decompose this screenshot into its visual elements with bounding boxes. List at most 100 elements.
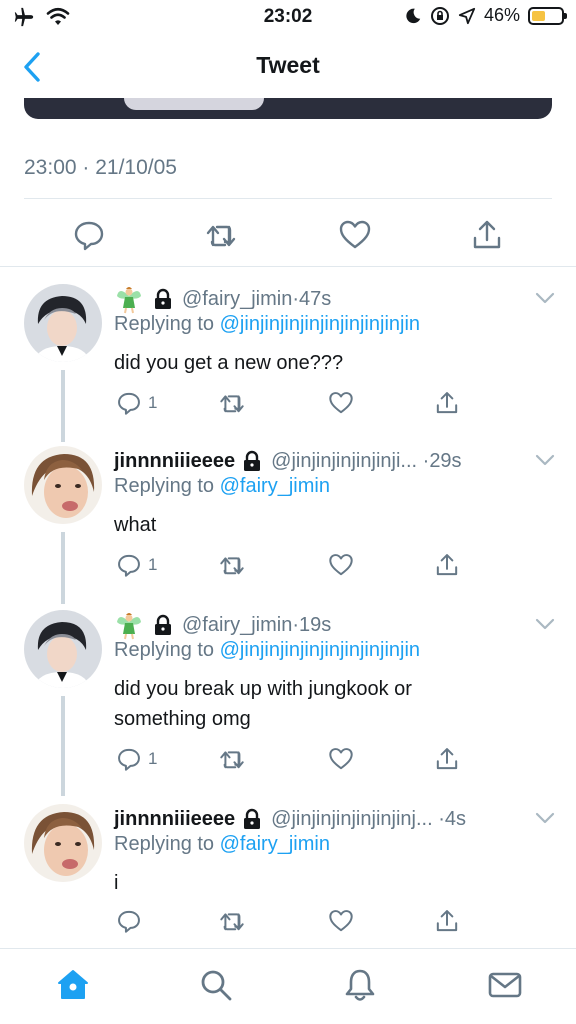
replying-mention[interactable]: @fairy_jimin bbox=[220, 475, 330, 497]
status-bar: 23:02 46% bbox=[0, 0, 576, 36]
reply-header: jinnnniiieeee @jinjinjinjinjinji... · 29… bbox=[114, 446, 462, 476]
retweet-button[interactable] bbox=[218, 550, 246, 580]
fairy-emoji-icon bbox=[117, 287, 141, 314]
retweet-button[interactable] bbox=[218, 906, 246, 936]
chevron-down-icon[interactable] bbox=[534, 810, 556, 826]
thread-line bbox=[61, 696, 65, 796]
orientation-lock-icon bbox=[430, 6, 449, 25]
reply-item[interactable]: jinnnniiieeee @jinjinjinjinjinjinj... · … bbox=[0, 804, 576, 944]
replying-prefix: Replying to bbox=[114, 475, 215, 497]
reply-text: did you get a new one??? bbox=[114, 352, 344, 374]
reply-actions bbox=[114, 906, 474, 938]
reply-handle[interactable]: @jinjinjinjinjinjinj... bbox=[271, 808, 432, 831]
like-button[interactable] bbox=[328, 744, 354, 774]
reply-button[interactable]: 1 bbox=[116, 388, 157, 418]
messages-icon[interactable] bbox=[487, 967, 523, 1003]
replying-mention[interactable]: @jinjinjinjinjinjinjinjinjin bbox=[220, 313, 420, 335]
media-highlight bbox=[124, 98, 264, 110]
nav-bar: Tweet bbox=[0, 36, 576, 98]
share-icon bbox=[436, 554, 458, 576]
search-icon[interactable] bbox=[198, 967, 234, 1003]
like-icon[interactable] bbox=[338, 218, 372, 252]
reply-header: @fairy_jimin · 47s bbox=[114, 284, 331, 314]
reply-item[interactable]: @fairy_jimin · 19s Replying to @jinjinji… bbox=[0, 610, 576, 796]
page-title: Tweet bbox=[256, 52, 320, 78]
reply-display-name[interactable]: jinnnniiieeee bbox=[114, 450, 235, 473]
share-button[interactable] bbox=[434, 906, 460, 936]
reply-handle[interactable]: @fairy_jimin bbox=[182, 288, 292, 311]
share-button[interactable] bbox=[434, 550, 460, 580]
reply-actions: 1 bbox=[114, 744, 474, 776]
reply-icon bbox=[118, 748, 140, 771]
reply-age: 29s bbox=[429, 449, 462, 472]
avatar[interactable] bbox=[24, 610, 102, 688]
lock-icon bbox=[244, 808, 261, 829]
reply-text: did you break up with jungkook or someth… bbox=[114, 678, 412, 730]
separator-dot: · bbox=[422, 449, 430, 472]
replying-prefix: Replying to bbox=[114, 313, 215, 335]
like-button[interactable] bbox=[328, 550, 354, 580]
separator-dot: · bbox=[292, 287, 299, 310]
replying-prefix: Replying to bbox=[114, 833, 215, 855]
retweet-icon bbox=[220, 395, 244, 413]
avatar[interactable] bbox=[24, 804, 102, 882]
moon-icon bbox=[406, 8, 421, 23]
chevron-down-icon[interactable] bbox=[534, 290, 556, 306]
tweet-media[interactable] bbox=[24, 98, 552, 119]
reply-actions: 1 bbox=[114, 550, 474, 582]
notifications-icon[interactable] bbox=[342, 967, 378, 1003]
reply-age: 4s bbox=[444, 807, 466, 830]
home-icon[interactable] bbox=[55, 967, 91, 1003]
retweet-icon[interactable] bbox=[204, 218, 238, 252]
thread-line bbox=[61, 532, 65, 604]
tweet-timestamp: 23:00 · 21/10/05 bbox=[24, 156, 177, 179]
divider bbox=[24, 198, 552, 199]
share-icon bbox=[436, 392, 458, 414]
fairy-emoji-icon bbox=[117, 613, 141, 640]
reply-handle[interactable]: @fairy_jimin bbox=[182, 614, 292, 637]
share-icon[interactable] bbox=[470, 218, 504, 252]
replying-to: Replying to @jinjinjinjinjinjinjinjinjin bbox=[114, 639, 420, 662]
reply-count: 1 bbox=[148, 749, 158, 768]
status-right: 46% bbox=[404, 5, 567, 26]
reply-item[interactable]: @fairy_jimin · 47s Replying to @jinjinji… bbox=[0, 284, 576, 442]
reply-button[interactable]: 1 bbox=[116, 744, 157, 774]
lock-icon bbox=[244, 450, 261, 471]
like-icon bbox=[329, 554, 353, 576]
like-button[interactable] bbox=[328, 906, 354, 936]
retweet-button[interactable] bbox=[218, 388, 246, 418]
reply-actions: 1 bbox=[114, 388, 474, 420]
replying-mention[interactable]: @jinjinjinjinjinjinjinjinjin bbox=[220, 639, 420, 661]
chevron-down-icon[interactable] bbox=[534, 616, 556, 632]
lock-icon bbox=[155, 288, 171, 309]
retweet-button[interactable] bbox=[218, 744, 246, 774]
avatar[interactable] bbox=[24, 284, 102, 362]
reply-count: 1 bbox=[148, 555, 158, 574]
tab-bar bbox=[0, 948, 576, 1024]
reply-handle[interactable]: @jinjinjinjinjinji... bbox=[271, 450, 417, 473]
avatar[interactable] bbox=[24, 446, 102, 524]
retweet-icon bbox=[220, 913, 244, 931]
replying-mention[interactable]: @fairy_jimin bbox=[220, 833, 330, 855]
reply-item[interactable]: jinnnniiieeee @jinjinjinjinjinji... · 29… bbox=[0, 446, 576, 604]
battery-percent: 46% bbox=[483, 5, 520, 25]
reply-icon bbox=[118, 392, 140, 415]
replying-to: Replying to @fairy_jimin bbox=[114, 475, 330, 498]
reply-button[interactable] bbox=[116, 906, 142, 936]
tweet-action-bar bbox=[0, 210, 576, 256]
reply-display-name[interactable]: jinnnniiieeee bbox=[114, 808, 235, 831]
share-button[interactable] bbox=[434, 388, 460, 418]
reply-icon bbox=[118, 910, 140, 933]
reply-age: 47s bbox=[299, 287, 332, 310]
reply-icon[interactable] bbox=[72, 218, 106, 252]
like-icon bbox=[329, 910, 353, 932]
like-button[interactable] bbox=[328, 388, 354, 418]
like-icon bbox=[329, 392, 353, 414]
reply-text: i bbox=[114, 872, 119, 894]
separator-dot: · bbox=[438, 807, 445, 830]
reply-button[interactable]: 1 bbox=[116, 550, 157, 580]
like-icon bbox=[329, 748, 353, 770]
share-button[interactable] bbox=[434, 744, 460, 774]
location-icon bbox=[458, 7, 476, 24]
chevron-down-icon[interactable] bbox=[534, 452, 556, 468]
